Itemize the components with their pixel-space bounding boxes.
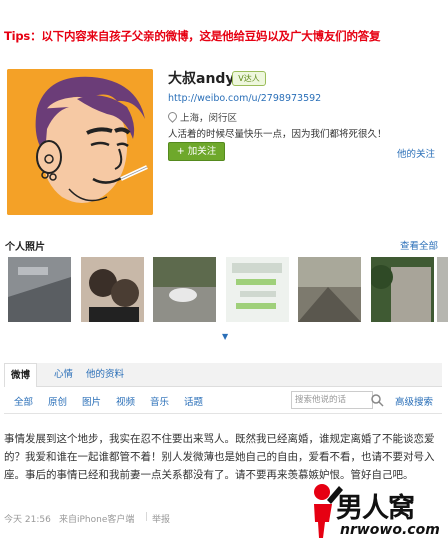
filter-original[interactable]: 原创 (48, 394, 67, 408)
search-icon[interactable] (370, 392, 384, 407)
photo-thumbnail[interactable] (81, 257, 144, 322)
post-text: 事情发展到这个地步，我实在忍不住要出来骂人。既然我已经离婚，谁规定离婚了不能谈恋… (4, 433, 435, 481)
watermark-name: 男人窝 (336, 493, 415, 524)
divider (4, 413, 442, 414)
filter-topics[interactable]: 话题 (184, 394, 203, 408)
view-all-photos-link[interactable]: 查看全部 (400, 238, 438, 252)
bio-text: 人活着的时候尽量快乐一点，因为我们都将死很久！ (168, 129, 387, 140)
photo-thumbnail[interactable] (153, 257, 216, 322)
photo-thumbnail[interactable] (298, 257, 361, 322)
profile-url[interactable]: http://weibo.com/u/2798973592 (168, 93, 321, 104)
meta-separator: | (145, 512, 149, 522)
expand-chevron-icon[interactable]: ▼ (222, 332, 228, 341)
filter-images[interactable]: 图片 (82, 394, 101, 408)
his-follows-link[interactable]: 他的关注 (397, 146, 435, 160)
photo-thumbnail[interactable] (437, 257, 448, 322)
filter-videos[interactable]: 视频 (116, 394, 135, 408)
cartoon-avatar-image (7, 69, 153, 215)
tab-mood[interactable]: 心情 (54, 363, 73, 386)
photo-thumbnail[interactable] (8, 257, 71, 322)
photos-section-title: 个人照片 (5, 242, 45, 253)
banner-tips: Tips：以下内容来自孩子父亲的微博，这是他给豆妈以及广大博友们的答复 (4, 29, 381, 43)
location-icon (166, 110, 179, 123)
talent-badge[interactable]: V达人 (232, 71, 266, 86)
follow-button[interactable]: + 加关注 (168, 142, 225, 161)
advanced-search-link[interactable]: 高级搜索 (395, 394, 433, 408)
filter-music[interactable]: 音乐 (150, 394, 169, 408)
avatar[interactable] (7, 69, 153, 215)
tab-profile-info[interactable]: 他的资料 (86, 363, 124, 386)
post-time[interactable]: 今天 21:56 (4, 512, 51, 525)
report-link[interactable]: 举报 (152, 512, 170, 525)
photo-thumbnail[interactable] (371, 257, 434, 322)
post-source[interactable]: 来自iPhone客户端 (59, 512, 134, 525)
watermark-domain: nrwowo.com (340, 522, 440, 538)
filter-all[interactable]: 全部 (14, 394, 33, 408)
tab-weibo[interactable]: 微博 (4, 363, 38, 387)
location-text: 上海，闵行区 (180, 113, 238, 124)
search-input[interactable]: 搜索他说的话 (291, 391, 373, 409)
photo-thumbnail[interactable] (226, 257, 289, 322)
